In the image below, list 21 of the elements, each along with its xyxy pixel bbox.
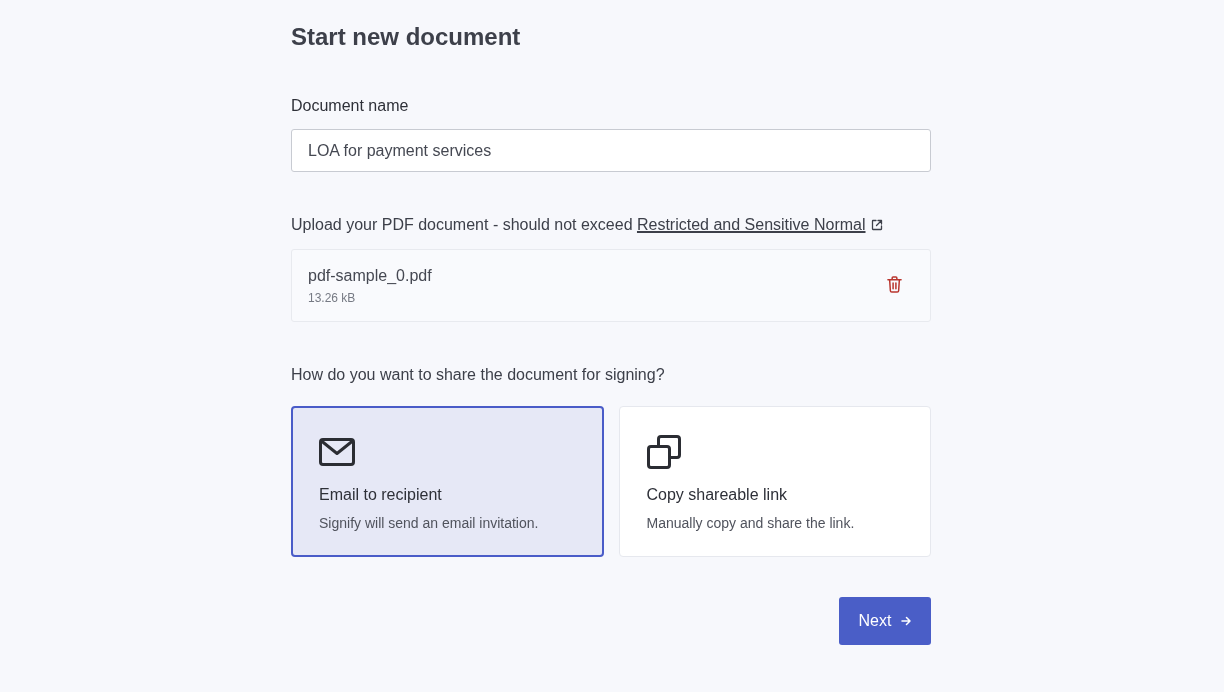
delete-file-button[interactable] — [885, 274, 904, 295]
next-button[interactable]: Next — [839, 597, 931, 645]
copy-icon — [646, 435, 681, 469]
option-title: Copy shareable link — [646, 485, 788, 505]
option-description: Manually copy and share the link. — [646, 514, 855, 532]
document-name-field[interactable]: LOA for payment services — [291, 129, 931, 172]
share-option-card[interactable]: Copy shareable link Manually copy and share the link. — [618, 406, 931, 557]
share-option-card[interactable]: Email to recipient Signify will send an email invitation. — [291, 406, 604, 557]
file-size: 13.26 kB — [308, 291, 356, 305]
file-name: pdf-sample_0.pdf — [308, 266, 432, 286]
option-title: Email to recipient — [319, 485, 442, 505]
field-label: Document name — [291, 96, 409, 116]
envelope-icon — [319, 438, 355, 466]
upload-instructions: Upload your PDF document - should not exceed Restricted and Sensitive Normal — [291, 215, 883, 235]
share-question: How do you want to share the document for signing? — [291, 365, 665, 385]
arrow-right-icon — [901, 616, 912, 626]
page-title: Start new document — [291, 22, 521, 52]
external-link-icon — [870, 219, 883, 231]
option-description: Signify will send an email invitation. — [319, 514, 539, 532]
policy-link[interactable]: Restricted and Sensitive Normal — [636, 215, 883, 235]
trash-icon — [887, 276, 902, 293]
